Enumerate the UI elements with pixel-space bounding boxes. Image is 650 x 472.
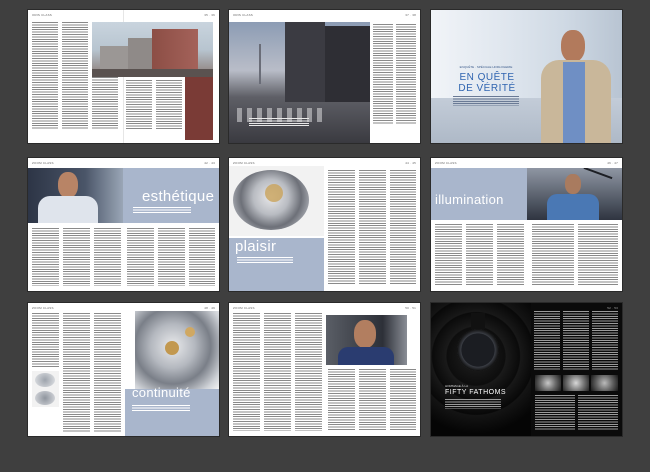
- feature-title: FIFTY FATHOMS: [445, 389, 507, 396]
- text-column: [435, 224, 462, 286]
- text-column: [396, 24, 416, 124]
- person-shirt: [563, 62, 585, 143]
- person-head: [565, 174, 581, 194]
- cover-kicker: ENQUÊTE · SPÉCIALE HORLOGERIE: [459, 65, 513, 69]
- diver-watch-photo: [431, 303, 531, 436]
- text-column: [563, 311, 589, 371]
- watch-bezel: [457, 329, 499, 371]
- watch-thumbnail-photo: [535, 375, 561, 391]
- text-column: [578, 224, 618, 286]
- text-column: [328, 369, 355, 431]
- watchmaker-bench-photo: [527, 168, 622, 220]
- watchmaker-photo: [28, 168, 123, 223]
- text-column: [328, 170, 355, 285]
- spread-header-right: 42 · 43: [204, 161, 215, 165]
- spread-header-right: 44 · 45: [405, 161, 416, 165]
- text-column: [295, 313, 322, 431]
- red-panel: [185, 77, 213, 140]
- text-column: [390, 369, 416, 431]
- spread-1[interactable]: ORIS CLASS 35 · 36: [28, 10, 219, 143]
- text-column: [592, 311, 618, 371]
- spread-header-right: 35 · 36: [204, 13, 215, 17]
- text-column: [532, 224, 574, 286]
- text-column: [63, 313, 90, 433]
- watch-movement-photo: [229, 166, 324, 236]
- text-column: [359, 369, 386, 431]
- cover-title-line1: EN QUÊTE: [459, 72, 515, 83]
- text-column: [373, 24, 393, 124]
- spread-7[interactable]: ZOOM CLASS 48 · 49 continuité: [28, 303, 219, 436]
- cover-standfirst: [453, 96, 519, 106]
- person-body: [547, 194, 599, 220]
- cover-title-line2: DE VÉRITÉ: [458, 83, 516, 94]
- spread-header-left: ORIS CLASS: [32, 13, 53, 17]
- text-column: [32, 22, 58, 130]
- text-column: [497, 224, 524, 286]
- spread-header-right: 50 · 51: [405, 306, 416, 310]
- gear-detail: [265, 184, 283, 202]
- text-column: [156, 80, 182, 130]
- spread-6[interactable]: ZOOM CLASS 46 · 47 illumination: [431, 158, 622, 291]
- text-column: [126, 80, 152, 130]
- section-title: esthétique: [142, 188, 215, 205]
- text-column: [466, 224, 493, 286]
- person-body: [338, 347, 394, 365]
- spread-header-right: 48 · 49: [204, 306, 215, 310]
- spread-header-left: ZOOM CLASS: [435, 161, 457, 165]
- spread-header-left: ZOOM CLASS: [32, 161, 54, 165]
- text-column: [62, 22, 88, 130]
- text-column: [578, 395, 618, 431]
- spread-3-cover[interactable]: ENQUÊTE · SPÉCIALE HORLOGERIE EN QUÊTE D…: [431, 10, 622, 143]
- spread-header-right: 37 · 38: [405, 13, 416, 17]
- text-column: [127, 228, 154, 286]
- section-title: illumination: [435, 192, 504, 207]
- text-column: [94, 228, 121, 286]
- spread-4[interactable]: ZOOM CLASS 42 · 43 esthétique: [28, 158, 219, 291]
- intro-lines: [237, 257, 293, 264]
- spread-header-left: ORIS CLASS: [233, 13, 254, 17]
- movement-gears-photo: [135, 311, 219, 389]
- text-column: [63, 228, 90, 286]
- watch-strap: [471, 313, 485, 329]
- text-column: [535, 395, 575, 431]
- text-column: [534, 311, 560, 371]
- spread-header-right: 46 · 47: [607, 161, 618, 165]
- city-street-photo: [92, 22, 213, 77]
- section-title: continuité: [132, 385, 191, 400]
- person-head: [58, 172, 78, 198]
- feature-kicker: HOMMAGE À LA: [445, 384, 469, 388]
- spread-header-left: ZOOM CLASS: [32, 306, 54, 310]
- section-title: plaisir: [235, 238, 277, 255]
- text-column: [233, 313, 260, 431]
- spread-header-right: 52 · 53: [607, 306, 618, 310]
- watch-thumbnail-photo: [563, 375, 589, 391]
- spread-header-left: ZOOM CLASS: [233, 306, 255, 310]
- caption-lines: [249, 118, 309, 126]
- spread-9[interactable]: ZOOM CLASS 52 · 53 HOMMAGE À LA FIFTY FA…: [431, 303, 622, 436]
- spread-5[interactable]: ZOOM CLASS 44 · 45 plaisir: [229, 158, 420, 291]
- lamp-arm: [583, 168, 613, 180]
- spread-2[interactable]: ORIS CLASS 37 · 38: [229, 10, 420, 143]
- watch-thumbnail-photo: [591, 375, 618, 391]
- spread-8[interactable]: ZOOM CLASS 50 · 51: [229, 303, 420, 436]
- person-body: [38, 196, 98, 223]
- text-column: [264, 313, 291, 431]
- text-column: [390, 170, 416, 285]
- intro-lines: [132, 405, 190, 412]
- street-dusk-photo: [229, 22, 370, 143]
- text-column: [94, 313, 121, 433]
- text-column: [32, 228, 59, 286]
- text-column: [32, 313, 59, 368]
- person-head: [354, 320, 376, 348]
- intro-lines: [133, 207, 191, 214]
- watch-detail-photo: [32, 371, 59, 407]
- text-column: [158, 228, 185, 286]
- text-column: [359, 170, 386, 285]
- text-column: [189, 228, 215, 286]
- standfirst-lines: [445, 399, 501, 409]
- spread-header-left: ZOOM CLASS: [233, 161, 255, 165]
- interview-portrait-photo: [326, 315, 407, 365]
- person-head: [561, 30, 585, 62]
